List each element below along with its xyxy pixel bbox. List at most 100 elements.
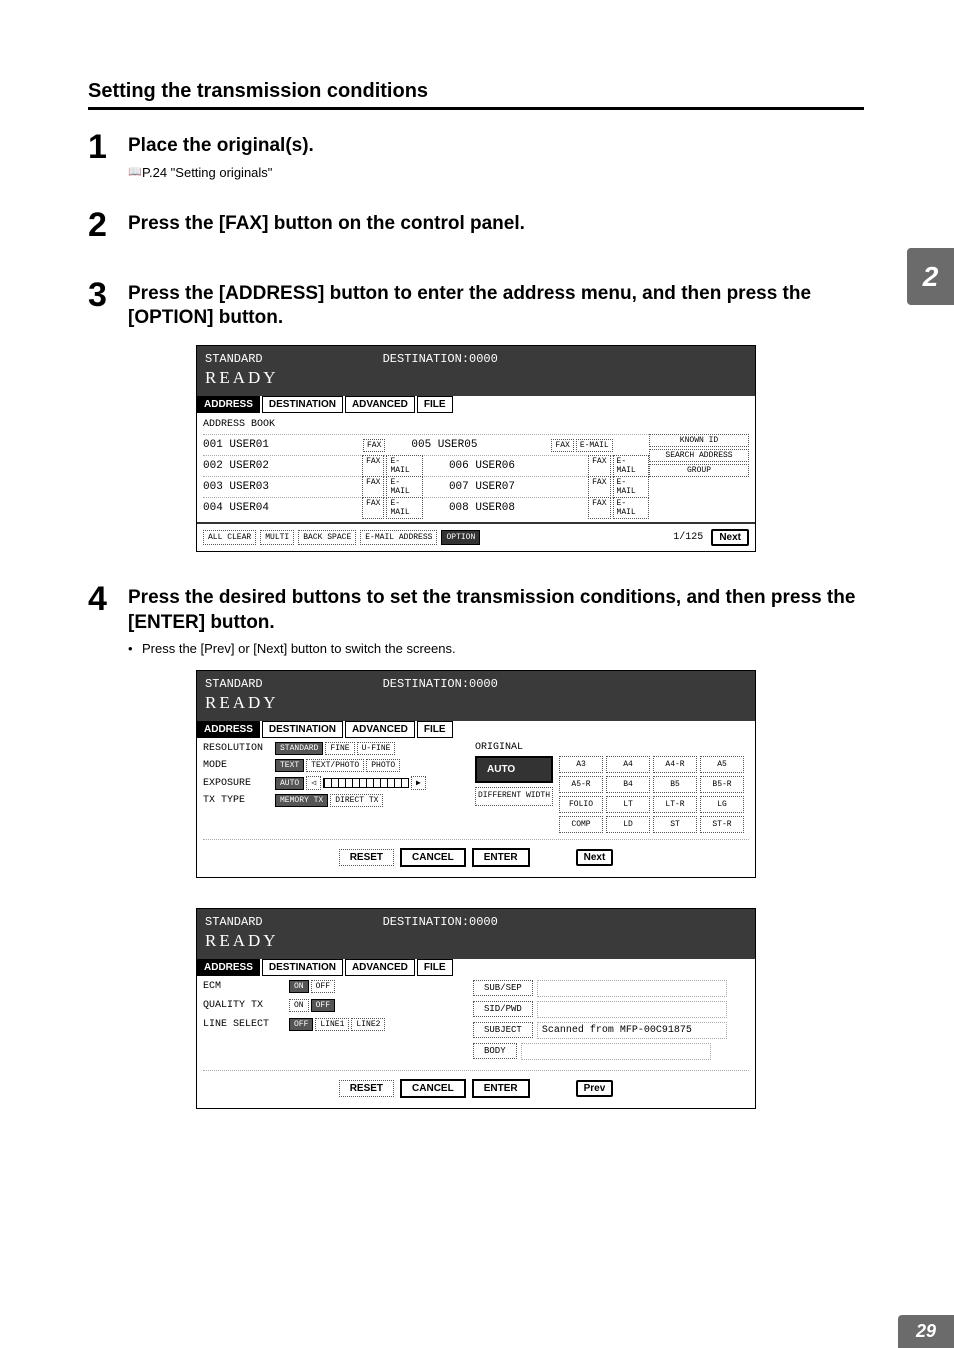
size-a5r[interactable]: A5-R	[559, 776, 603, 793]
address-entry[interactable]: 003 USER03	[203, 481, 362, 493]
email-tag[interactable]: E-MAIL	[386, 497, 422, 519]
tab-destination[interactable]: DESTINATION	[262, 396, 343, 413]
size-ld[interactable]: LD	[606, 816, 650, 833]
tab-advanced[interactable]: ADVANCED	[345, 396, 415, 413]
enter-button[interactable]: ENTER	[472, 848, 530, 867]
size-a3[interactable]: A3	[559, 756, 603, 773]
size-comp[interactable]: COMP	[559, 816, 603, 833]
reset-button[interactable]: RESET	[339, 1080, 394, 1097]
tab-address[interactable]: ADDRESS	[197, 959, 260, 976]
panel-status: STANDARD	[205, 677, 263, 691]
email-tag[interactable]: E-MAIL	[613, 476, 649, 498]
resolution-fine[interactable]: FINE	[325, 742, 354, 755]
size-ltr[interactable]: LT-R	[653, 796, 697, 813]
size-lg[interactable]: LG	[700, 796, 744, 813]
txtype-direct[interactable]: DIRECT TX	[330, 794, 383, 807]
ecm-label: ECM	[203, 981, 289, 992]
tab-advanced[interactable]: ADVANCED	[345, 959, 415, 976]
email-address-button[interactable]: E-MAIL ADDRESS	[360, 530, 437, 545]
fax-tag[interactable]: FAX	[363, 439, 385, 452]
step-2-title: Press the [FAX] button on the control pa…	[128, 212, 864, 237]
fax-tag[interactable]: FAX	[588, 455, 610, 477]
reset-button[interactable]: RESET	[339, 849, 394, 866]
email-tag[interactable]: E-MAIL	[386, 476, 422, 498]
email-tag[interactable]: E-MAIL	[613, 455, 649, 477]
email-tag[interactable]: E-MAIL	[576, 439, 613, 452]
qualitytx-on[interactable]: ON	[289, 999, 309, 1012]
ecm-off[interactable]: OFF	[311, 980, 335, 993]
search-address-button[interactable]: SEARCH ADDRESS	[649, 449, 749, 462]
original-auto-button[interactable]: AUTO	[475, 756, 553, 783]
fax-tag[interactable]: FAX	[362, 476, 384, 498]
size-a5[interactable]: A5	[700, 756, 744, 773]
ecm-on[interactable]: ON	[289, 980, 309, 993]
exposure-left-icon[interactable]: ◁	[306, 776, 321, 790]
cancel-button[interactable]: CANCEL	[400, 848, 466, 867]
address-entry[interactable]: 007 USER07	[449, 481, 588, 493]
all-clear-button[interactable]: ALL CLEAR	[203, 530, 256, 545]
tab-address[interactable]: ADDRESS	[197, 396, 260, 413]
size-b5r[interactable]: B5-R	[700, 776, 744, 793]
address-entry[interactable]: 006 USER06	[449, 460, 588, 472]
subject-button[interactable]: SUBJECT	[473, 1022, 533, 1038]
size-st[interactable]: ST	[653, 816, 697, 833]
exposure-right-icon[interactable]: ▶	[411, 776, 426, 790]
tab-file[interactable]: FILE	[417, 396, 453, 413]
step-1-reference: P.24 "Setting originals"	[128, 165, 864, 180]
size-b4[interactable]: B4	[606, 776, 650, 793]
subsep-button[interactable]: SUB/SEP	[473, 980, 533, 996]
resolution-standard[interactable]: STANDARD	[275, 742, 323, 755]
multi-button[interactable]: MULTI	[260, 530, 294, 545]
back-space-button[interactable]: BACK SPACE	[298, 530, 356, 545]
mode-photo[interactable]: PHOTO	[366, 759, 400, 772]
resolution-ufine[interactable]: U-FINE	[357, 742, 396, 755]
known-id-button[interactable]: KNOWN ID	[649, 434, 749, 447]
sidpwd-button[interactable]: SID/PWD	[473, 1001, 533, 1017]
size-a4r[interactable]: A4-R	[653, 756, 697, 773]
address-entry[interactable]: 001 USER01	[203, 439, 363, 451]
cancel-button[interactable]: CANCEL	[400, 1079, 466, 1098]
resolution-label: RESOLUTION	[203, 743, 275, 754]
size-b5[interactable]: B5	[653, 776, 697, 793]
address-entry[interactable]: 005 USER05	[411, 439, 551, 451]
body-button[interactable]: BODY	[473, 1043, 517, 1059]
fax-tag[interactable]: FAX	[362, 497, 384, 519]
lineselect-off[interactable]: OFF	[289, 1018, 313, 1031]
size-str[interactable]: ST-R	[700, 816, 744, 833]
size-folio[interactable]: FOLIO	[559, 796, 603, 813]
enter-button[interactable]: ENTER	[472, 1079, 530, 1098]
tab-advanced[interactable]: ADVANCED	[345, 721, 415, 738]
group-button[interactable]: GROUP	[649, 464, 749, 477]
qualitytx-off[interactable]: OFF	[311, 999, 335, 1012]
fax-tag[interactable]: FAX	[362, 455, 384, 477]
option-button[interactable]: OPTION	[441, 530, 480, 545]
panel-destination-count: DESTINATION:0000	[383, 915, 498, 929]
next-button[interactable]: Next	[576, 849, 614, 866]
prev-button[interactable]: Prev	[576, 1080, 614, 1097]
mode-textphoto[interactable]: TEXT/PHOTO	[306, 759, 364, 772]
next-button[interactable]: Next	[711, 529, 749, 546]
tab-file[interactable]: FILE	[417, 959, 453, 976]
email-tag[interactable]: E-MAIL	[613, 497, 649, 519]
size-a4[interactable]: A4	[606, 756, 650, 773]
address-entry[interactable]: 004 USER04	[203, 502, 362, 514]
tab-destination[interactable]: DESTINATION	[262, 721, 343, 738]
address-entry[interactable]: 008 USER08	[449, 502, 588, 514]
exposure-slider[interactable]	[323, 778, 409, 788]
tab-address[interactable]: ADDRESS	[197, 721, 260, 738]
different-width-button[interactable]: DIFFERENT WIDTH	[475, 787, 553, 806]
panel-ready: READY	[205, 693, 747, 713]
fax-tag[interactable]: FAX	[588, 476, 610, 498]
tab-destination[interactable]: DESTINATION	[262, 959, 343, 976]
lineselect-line1[interactable]: LINE1	[315, 1018, 349, 1031]
address-entry[interactable]: 002 USER02	[203, 460, 362, 472]
lineselect-line2[interactable]: LINE2	[351, 1018, 385, 1031]
fax-tag[interactable]: FAX	[588, 497, 610, 519]
fax-tag[interactable]: FAX	[551, 439, 573, 452]
tab-file[interactable]: FILE	[417, 721, 453, 738]
size-lt[interactable]: LT	[606, 796, 650, 813]
mode-text[interactable]: TEXT	[275, 759, 304, 772]
exposure-auto[interactable]: AUTO	[275, 777, 304, 790]
email-tag[interactable]: E-MAIL	[386, 455, 422, 477]
txtype-memory[interactable]: MEMORY TX	[275, 794, 328, 807]
